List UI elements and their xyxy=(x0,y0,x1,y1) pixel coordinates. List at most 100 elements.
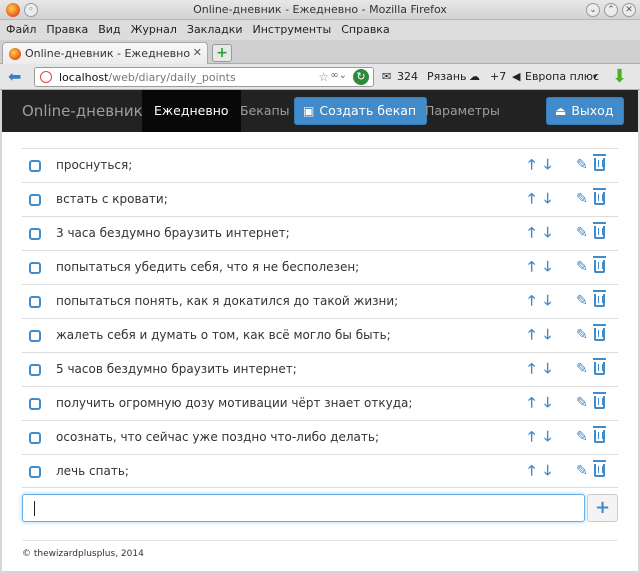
menu-edit[interactable]: Правка xyxy=(40,20,92,36)
browser-tab[interactable]: Online-дневник - Ежедневно ✕ xyxy=(2,42,208,64)
download-arrow-icon[interactable]: ⬇ xyxy=(612,66,627,87)
move-down-arrow-icon[interactable]: 🡓 xyxy=(544,190,551,208)
item-checkbox[interactable] xyxy=(29,398,41,410)
minimize-icon[interactable]: ⌄ xyxy=(586,3,600,17)
edit-pencil-icon[interactable]: ✎ xyxy=(576,190,588,208)
move-down-arrow-icon[interactable]: 🡓 xyxy=(544,156,551,174)
footer-copyright: © thewizardplusplus, 2014 xyxy=(22,549,144,559)
menu-tools[interactable]: Инструменты xyxy=(247,20,336,36)
item-checkbox[interactable] xyxy=(29,228,41,240)
move-up-arrow-icon[interactable]: 🡑 xyxy=(528,292,535,310)
move-up-arrow-icon[interactable]: 🡑 xyxy=(528,360,535,378)
reload-icon[interactable]: ↻ xyxy=(353,69,369,85)
move-down-arrow-icon[interactable]: 🡓 xyxy=(544,394,551,412)
item-checkbox[interactable] xyxy=(29,160,41,172)
list-item: осознать, что сейчас уже поздно что-либо… xyxy=(22,420,618,454)
text-caret xyxy=(34,501,35,516)
delete-trash-icon[interactable] xyxy=(593,426,606,446)
url-bar[interactable]: localhost/web/diary/daily_points ☆ ∞⌄ ↻ xyxy=(34,67,374,87)
item-checkbox[interactable] xyxy=(29,364,41,376)
weather-cloud-icon[interactable]: ☁ xyxy=(469,70,480,83)
edit-pencil-icon[interactable]: ✎ xyxy=(576,156,588,174)
item-text: получить огромную дозу мотивации чёрт зн… xyxy=(56,396,413,410)
reader-glasses-icon[interactable]: ∞⌄ xyxy=(330,70,347,81)
new-item-field[interactable] xyxy=(22,494,585,522)
move-up-arrow-icon[interactable]: 🡑 xyxy=(528,428,535,446)
item-checkbox[interactable] xyxy=(29,194,41,206)
weather-temperature[interactable]: +7 xyxy=(490,70,506,83)
edit-pencil-icon[interactable]: ✎ xyxy=(576,326,588,344)
move-up-arrow-icon[interactable]: 🡑 xyxy=(528,462,535,480)
edit-pencil-icon[interactable]: ✎ xyxy=(576,258,588,276)
maximize-icon[interactable]: ⌃ xyxy=(604,3,618,17)
edit-pencil-icon[interactable]: ✎ xyxy=(576,224,588,242)
nav-daily[interactable]: Ежедневно xyxy=(142,90,241,132)
item-text: попытаться убедить себя, что я не беспол… xyxy=(56,260,360,274)
edit-pencil-icon[interactable]: ✎ xyxy=(576,360,588,378)
site-identity-icon[interactable] xyxy=(40,71,52,83)
move-down-arrow-icon[interactable]: 🡓 xyxy=(544,462,551,480)
move-up-arrow-icon[interactable]: 🡑 xyxy=(528,224,535,242)
move-up-arrow-icon[interactable]: 🡑 xyxy=(528,258,535,276)
menu-bookmarks[interactable]: Закладки xyxy=(181,20,247,36)
create-backup-button[interactable]: ▣ Создать бекап xyxy=(294,97,428,125)
menu-view[interactable]: Вид xyxy=(92,20,124,36)
radio-dropdown-icon[interactable]: ▾ xyxy=(593,72,597,81)
radio-station[interactable]: Европа плюс xyxy=(525,70,599,83)
item-checkbox[interactable] xyxy=(29,432,41,444)
delete-trash-icon[interactable] xyxy=(593,392,606,412)
move-down-arrow-icon[interactable]: 🡓 xyxy=(544,326,551,344)
edit-pencil-icon[interactable]: ✎ xyxy=(576,462,588,480)
menu-file[interactable]: Файл xyxy=(0,20,40,36)
move-down-arrow-icon[interactable]: 🡓 xyxy=(544,224,551,242)
new-tab-plus-icon[interactable]: + xyxy=(212,44,232,62)
edit-pencil-icon[interactable]: ✎ xyxy=(576,394,588,412)
mail-envelope-icon[interactable]: ✉ xyxy=(382,70,391,83)
new-item-input[interactable] xyxy=(23,495,584,521)
app-brand[interactable]: Online-дневник xyxy=(22,102,143,120)
list-item: лечь спать; 🡑 🡓 ✎ xyxy=(22,454,618,488)
add-item-plus-icon[interactable]: + xyxy=(587,494,618,522)
bookmark-star-icon[interactable]: ☆ xyxy=(318,70,329,84)
item-checkbox[interactable] xyxy=(29,296,41,308)
move-up-arrow-icon[interactable]: 🡑 xyxy=(528,190,535,208)
edit-pencil-icon[interactable]: ✎ xyxy=(576,428,588,446)
move-up-arrow-icon[interactable]: 🡑 xyxy=(528,156,535,174)
tab-close-icon[interactable]: ✕ xyxy=(193,46,202,59)
delete-trash-icon[interactable] xyxy=(593,324,606,344)
create-backup-label: Создать бекап xyxy=(319,103,417,118)
move-down-arrow-icon[interactable]: 🡓 xyxy=(544,428,551,446)
weather-city[interactable]: Рязань xyxy=(427,70,467,83)
nav-backups[interactable]: Бекапы xyxy=(228,90,302,132)
back-arrow-icon[interactable]: ⬅ xyxy=(8,68,28,86)
item-text: лечь спать; xyxy=(56,464,129,478)
item-checkbox[interactable] xyxy=(29,466,41,478)
item-text: встать с кровати; xyxy=(56,192,168,206)
move-up-arrow-icon[interactable]: 🡑 xyxy=(528,326,535,344)
move-down-arrow-icon[interactable]: 🡓 xyxy=(544,360,551,378)
close-window-icon[interactable]: ✕ xyxy=(622,3,636,17)
delete-trash-icon[interactable] xyxy=(593,460,606,480)
menu-help[interactable]: Справка xyxy=(335,20,393,36)
nav-settings[interactable]: Параметры xyxy=(413,90,512,132)
logout-button[interactable]: ⏏ Выход xyxy=(546,97,625,125)
delete-trash-icon[interactable] xyxy=(593,256,606,276)
delete-trash-icon[interactable] xyxy=(593,290,606,310)
item-checkbox[interactable] xyxy=(29,262,41,274)
edit-pencil-icon[interactable]: ✎ xyxy=(576,292,588,310)
footer-divider xyxy=(22,540,618,541)
menu-history[interactable]: Журнал xyxy=(125,20,181,36)
tab-bar: Online-дневник - Ежедневно ✕ + xyxy=(0,40,640,64)
item-checkbox[interactable] xyxy=(29,330,41,342)
speaker-icon[interactable]: ◀ xyxy=(512,70,520,83)
delete-trash-icon[interactable] xyxy=(593,358,606,378)
delete-trash-icon[interactable] xyxy=(593,188,606,208)
mail-count[interactable]: 324 xyxy=(397,70,418,83)
move-down-arrow-icon[interactable]: 🡓 xyxy=(544,258,551,276)
delete-trash-icon[interactable] xyxy=(593,222,606,242)
list-item: жалеть себя и думать о том, как всё могл… xyxy=(22,318,618,352)
delete-trash-icon[interactable] xyxy=(593,154,606,174)
move-down-arrow-icon[interactable]: 🡓 xyxy=(544,292,551,310)
list-item: попытаться понять, как я докатился до та… xyxy=(22,284,618,318)
move-up-arrow-icon[interactable]: 🡑 xyxy=(528,394,535,412)
